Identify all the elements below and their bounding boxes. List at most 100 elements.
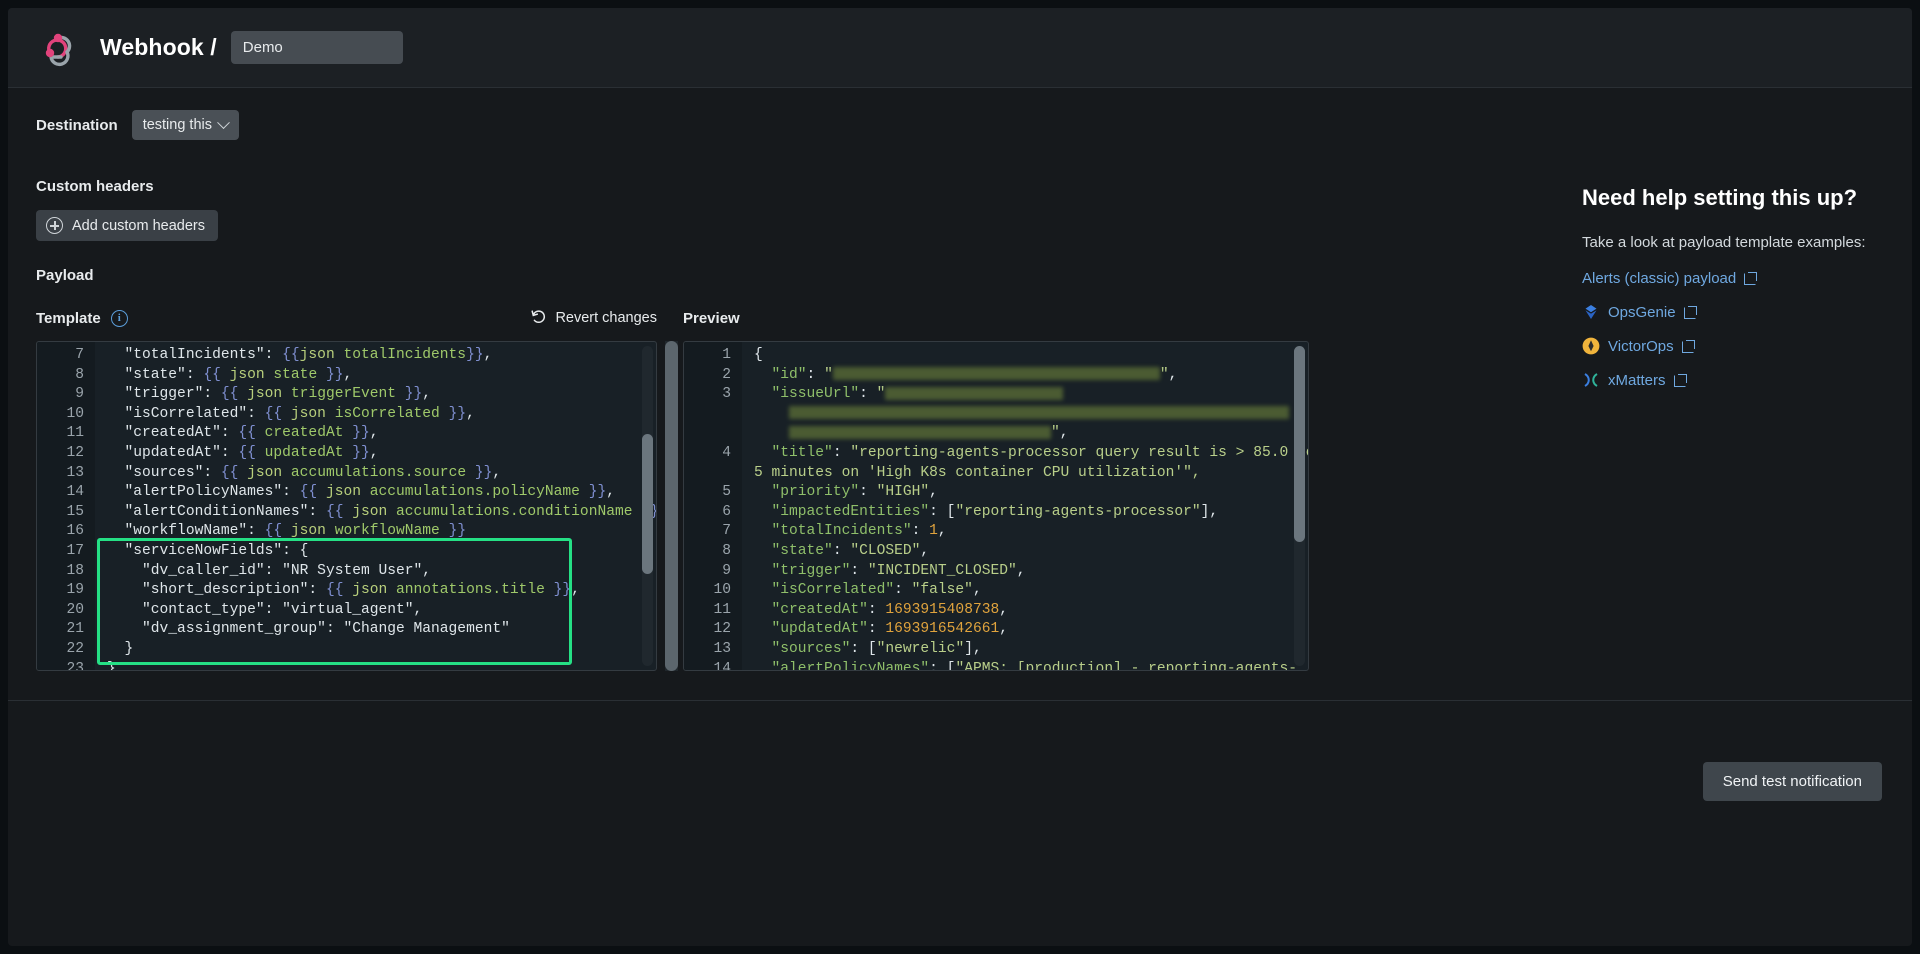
- line-content: "serviceNowFields": {: [95, 542, 308, 562]
- code-token: :: [850, 563, 868, 579]
- code-token: {{: [265, 406, 283, 422]
- code-line: 9 "trigger": {{ json triggerEvent }},: [37, 385, 656, 405]
- code-token: }: [107, 661, 116, 672]
- line-content: "impactedEntities": ["reporting-agents-p…: [742, 503, 1218, 523]
- webhook-name-input[interactable]: [231, 31, 403, 64]
- code-token: totalIncidents: [335, 347, 466, 363]
- line-content: "short_description": {{ json annotations…: [95, 581, 580, 601]
- code-token: ": [1051, 425, 1060, 441]
- link-alerts-classic-payload[interactable]: Alerts (classic) payload: [1582, 270, 1882, 287]
- code-line: 16 "workflowName": {{ json workflowName …: [37, 522, 656, 542]
- line-number: 7: [684, 522, 742, 542]
- template-scrollbar-thumb[interactable]: [642, 434, 653, 574]
- preview-code-viewer[interactable]: 1{2 "id": "",3 "issueUrl": " ",4 "title"…: [683, 341, 1309, 671]
- line-number: 15: [37, 503, 95, 523]
- revert-changes-button[interactable]: Revert changes: [530, 308, 657, 329]
- link-victorops[interactable]: VictorOps: [1582, 337, 1882, 355]
- code-token: isCorrelated: [326, 406, 449, 422]
- code-token: json: [282, 523, 326, 539]
- code-token: {{: [282, 347, 300, 363]
- line-number: 11: [684, 601, 742, 621]
- link-opsgenie[interactable]: OpsGenie: [1582, 303, 1882, 321]
- code-token: [754, 621, 772, 637]
- redacted-value: [789, 426, 1051, 439]
- line-content: "updatedAt": {{ updatedAt }},: [95, 444, 379, 464]
- line-number: 4: [684, 444, 742, 464]
- external-link-icon: [1744, 272, 1757, 285]
- line-content: "contact_type": "virtual_agent",: [95, 601, 422, 621]
- code-line: 1{: [684, 346, 1308, 366]
- code-line: 8 "state": {{ json state }},: [37, 366, 656, 386]
- template-code-editor[interactable]: 7 "totalIncidents": {{json totalIncident…: [36, 341, 657, 671]
- destination-select[interactable]: testing this: [132, 110, 239, 140]
- code-token: ,: [999, 621, 1008, 637]
- page-body: Destination testing this Custom headers …: [8, 88, 1912, 700]
- code-line: 15 "alertConditionNames": {{ json accumu…: [37, 503, 656, 523]
- preview-code-lines: 1{2 "id": "",3 "issueUrl": " ",4 "title"…: [684, 342, 1308, 670]
- code-token: "reporting-agents-processor": [955, 504, 1200, 520]
- code-line: 17 "serviceNowFields": {: [37, 542, 656, 562]
- code-token: :: [833, 543, 851, 559]
- template-header: Template i Revert changes: [36, 307, 657, 329]
- code-token: [754, 504, 772, 520]
- code-token: triggerEvent: [282, 386, 405, 402]
- code-line: 6 "impactedEntities": ["reporting-agents…: [684, 503, 1308, 523]
- code-token: "APMS: [production] - reporting-agents-: [955, 661, 1297, 672]
- code-token: "alertPolicyNames":: [107, 484, 300, 500]
- code-token: ,: [343, 367, 352, 383]
- add-custom-headers-button[interactable]: Add custom headers: [36, 210, 218, 241]
- code-token: [754, 386, 772, 402]
- info-icon[interactable]: i: [111, 310, 128, 327]
- victorops-icon: [1582, 337, 1600, 355]
- code-token: ,: [422, 386, 431, 402]
- code-token: 1693916542661: [885, 621, 999, 637]
- line-number: 14: [37, 483, 95, 503]
- code-token: "state":: [107, 367, 203, 383]
- destination-label: Destination: [36, 117, 118, 134]
- code-line: 10 "isCorrelated": {{ json isCorrelated …: [37, 405, 656, 425]
- code-token: "createdAt": [772, 602, 868, 618]
- code-token: "serviceNowFields": {: [107, 543, 308, 559]
- code-token: :: [894, 582, 912, 598]
- code-token: ,: [370, 425, 379, 441]
- code-line: 12 "updatedAt": {{ updatedAt }},: [37, 444, 656, 464]
- code-token: [754, 661, 772, 672]
- code-token: :: [912, 523, 930, 539]
- link-xmatters[interactable]: xMatters: [1582, 371, 1882, 389]
- code-token: }}: [352, 445, 370, 461]
- send-test-notification-button[interactable]: Send test notification: [1703, 762, 1882, 801]
- code-token: "id": [772, 367, 807, 383]
- code-token: [754, 523, 772, 539]
- code-token: {{: [326, 582, 344, 598]
- code-token: "contact_type": "virtual_agent",: [107, 602, 422, 618]
- code-token: :: [859, 484, 877, 500]
- code-token: }}: [475, 465, 493, 481]
- line-content: "workflowName": {{ json workflowName }}: [95, 522, 466, 542]
- line-content: "trigger": "INCIDENT_CLOSED",: [742, 562, 1026, 582]
- code-token: : [: [929, 661, 955, 672]
- code-token: ": [877, 386, 886, 402]
- code-token: accumulations.source: [282, 465, 475, 481]
- line-number: 7: [37, 346, 95, 366]
- line-content: ",: [742, 424, 1069, 444]
- line-content: "id": "",: [742, 366, 1177, 386]
- code-token: :: [859, 386, 877, 402]
- line-content: "sources": {{ json accumulations.source …: [95, 464, 501, 484]
- template-outer-scroll-thumb[interactable]: [665, 341, 678, 671]
- line-number: 11: [37, 424, 95, 444]
- line-content: "alertPolicyNames": ["APMS: [production]…: [742, 660, 1297, 672]
- redacted-value: [885, 387, 1063, 400]
- code-line: 21 "dv_assignment_group": "Change Manage…: [37, 620, 656, 640]
- code-token: "trigger":: [107, 386, 221, 402]
- line-content: "priority": "HIGH",: [742, 483, 938, 503]
- code-token: [754, 406, 789, 422]
- code-line: 10 "isCorrelated": "false",: [684, 581, 1308, 601]
- code-line: 8 "state": "CLOSED",: [684, 542, 1308, 562]
- preview-scrollbar-thumb[interactable]: [1294, 346, 1305, 542]
- external-link-icon: [1674, 374, 1687, 387]
- line-number: 8: [684, 542, 742, 562]
- redacted-value: [789, 406, 1289, 419]
- external-link-icon: [1682, 340, 1695, 353]
- line-number: 14: [684, 660, 742, 672]
- line-number: 6: [684, 503, 742, 523]
